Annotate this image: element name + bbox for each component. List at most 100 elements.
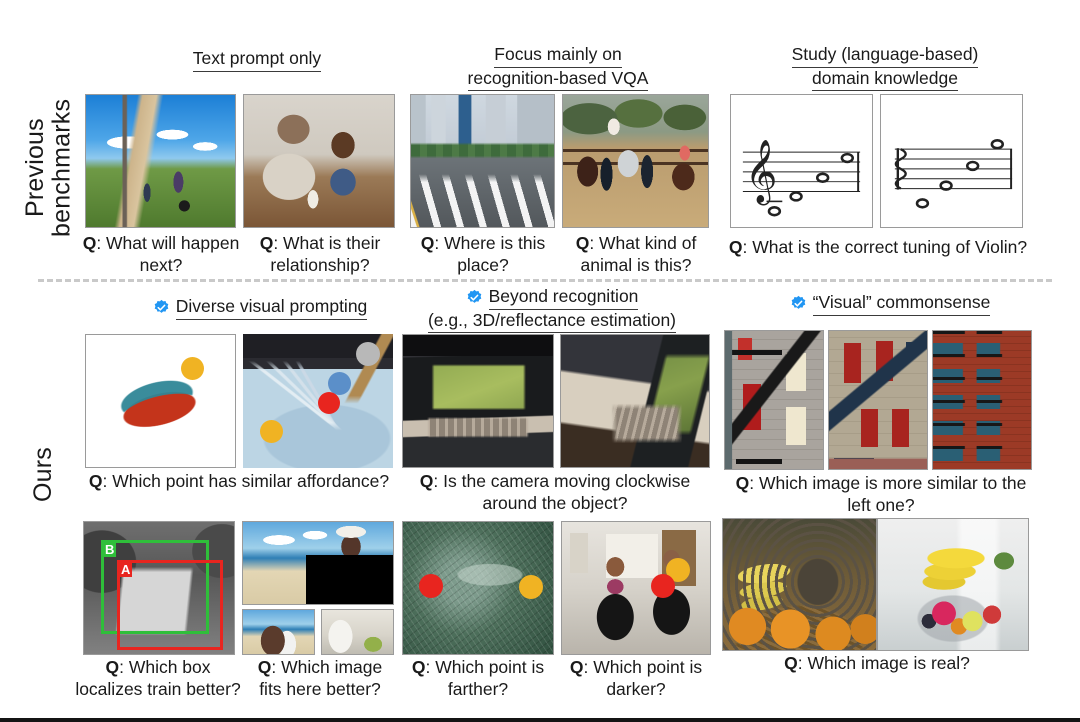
q-text-line1: : Which point is (425, 657, 545, 677)
panel-treble-staff: 𝄞 (730, 94, 873, 228)
q-text-line2: fits here better? (259, 679, 381, 700)
q-prefix: Q (105, 657, 120, 677)
panel-beach-inpaint (242, 521, 394, 655)
caption-grandfather-girl-table: Q: What is their relationship? (234, 232, 406, 276)
caption-which-image-fits: Q: Which image fits here better? (240, 656, 400, 700)
verified-check-icon (153, 299, 170, 316)
figure-canvas: Previous benchmarks Ours Text prompt onl… (0, 0, 1080, 722)
q-text-line1: : Which image (271, 657, 383, 677)
caption-which-image-real: Q: Which image is real? (748, 652, 1006, 674)
row-label-previous-benchmarks: Previous benchmarks (21, 98, 76, 238)
svg-text:𝄞: 𝄞 (745, 140, 778, 206)
q-text: : What is the correct tuning of Violin? (742, 237, 1028, 257)
caption-image-similarity: Q: Which image is more similar to the le… (728, 472, 1034, 516)
panel-pine-branch (402, 521, 554, 655)
heading-diverse-visual-prompting: Diverse visual prompting (110, 296, 410, 320)
q-text-line1: : Which box (119, 657, 211, 677)
q-text-line2: farther? (447, 679, 509, 700)
q-prefix: Q (411, 657, 426, 677)
q-prefix: Q (88, 471, 103, 491)
q-text: : Where is this place? (434, 233, 546, 276)
q-text-line1: : Which point is (583, 657, 703, 677)
q-prefix: Q (420, 233, 435, 253)
panel-grandfather-girl-table (243, 94, 395, 228)
q-prefix: Q (575, 233, 590, 253)
panel-dirt-road-bikers (85, 94, 236, 228)
q-text-line2: darker? (606, 679, 666, 700)
q-text: : What will happen next? (96, 233, 240, 276)
q-prefix: Q (728, 237, 743, 257)
heading-line: Text prompt only (192, 48, 322, 72)
caption-horse-riders: Q: What kind of animal is this? (556, 232, 716, 276)
heading-line: domain knowledge (812, 68, 958, 92)
yellow-dot (519, 575, 543, 599)
heading-line: recognition-based VQA (467, 68, 649, 92)
heading-line: “Visual” commonsense (812, 292, 991, 316)
heading-line: Study (language-based) (791, 44, 979, 68)
q-text: : Which point has similar affordance? (102, 471, 390, 491)
yellow-dot (260, 420, 283, 443)
panel-fruit-basket-real (722, 518, 877, 651)
photo-candidate-crop-left (242, 609, 315, 655)
q-text: : What kind of animal is this? (580, 233, 697, 276)
yellow-dot (181, 357, 204, 380)
q-text: : Which image is more similar to the lef… (749, 473, 1027, 516)
photo-oranges (723, 519, 876, 650)
panel-laptop-view-2 (560, 334, 710, 468)
photo-candidate-person (322, 610, 393, 654)
heading-domain-knowledge: Study (language-based) domain knowledge (735, 44, 1035, 92)
photo-base-band (829, 331, 927, 469)
photo-subjects (86, 95, 235, 227)
caption-which-box: Q: Which box localizes train better? (72, 656, 244, 700)
panel-train-boxes: B A (83, 521, 235, 655)
panel-whisk-bowl (243, 334, 393, 468)
verified-check-icon (790, 295, 807, 312)
photo-balcony-rails (933, 331, 1031, 469)
panel-facade-grey-fire-escape (724, 330, 824, 470)
photo-curb-line (411, 95, 554, 227)
photo-beach-masked (242, 521, 394, 605)
heading-line: Focus mainly on (494, 44, 622, 68)
heading-line: Diverse visual prompting (175, 296, 368, 320)
q-text: : Which image is real? (797, 653, 970, 673)
caption-dirt-road-bikers: Q: What will happen next? (76, 232, 246, 276)
caption-which-point-darker: Q: Which point is darker? (556, 656, 716, 700)
red-dot (651, 574, 675, 598)
q-prefix: Q (569, 657, 584, 677)
caption-affordance: Q: Which point has similar affordance? (82, 470, 396, 492)
photo-keyboard (561, 335, 709, 467)
grey-dot (356, 342, 380, 366)
q-prefix: Q (784, 653, 798, 673)
photo-keyboard (403, 335, 553, 467)
caption-which-point-farther: Q: Which point is farther? (398, 656, 558, 700)
caption-camera-clockwise: Q: Is the camera moving clockwise around… (396, 470, 714, 514)
heading-beyond-recognition: Beyond recognition (e.g., 3D/reflectance… (396, 286, 708, 334)
q-prefix: Q (259, 233, 274, 253)
q-prefix: Q (82, 233, 97, 253)
photo-left-edge-strip (725, 331, 823, 469)
black-mask-rectangle (306, 555, 393, 604)
photo-herb-plant (878, 519, 1028, 650)
treble-staff-notation: 𝄞 (742, 140, 861, 217)
panel-horse-riders (562, 94, 709, 228)
heading-text-prompt-only: Text prompt only (112, 48, 402, 72)
panel-facade-stucco-fire-escape (828, 330, 928, 470)
photo-candidate-crop-right (321, 609, 394, 655)
bbox-label-b: B (103, 542, 117, 557)
slide-bottom-bar (0, 718, 1080, 722)
heading-visual-commonsense: “Visual” commonsense (740, 292, 1040, 316)
heading-line: Beyond recognition (488, 286, 639, 310)
panel-city-crosswalk (410, 94, 555, 228)
q-text: : Is the camera moving clockwise around … (433, 471, 691, 514)
panel-kitchen-two-people (561, 521, 711, 655)
photo-horses-riders (563, 95, 708, 227)
q-prefix: Q (735, 473, 750, 493)
photo-person-right (562, 522, 710, 654)
red-dot (419, 574, 443, 598)
caption-violin-tuning: Q: What is the correct tuning of Violin? (715, 236, 1041, 258)
photo-candidate-person (243, 610, 314, 654)
q-text-line2: localizes train better? (75, 679, 241, 700)
panel-facade-brick-balconies (932, 330, 1032, 470)
caption-city-crosswalk: Q: Where is this place? (404, 232, 562, 276)
section-divider (38, 279, 1052, 282)
